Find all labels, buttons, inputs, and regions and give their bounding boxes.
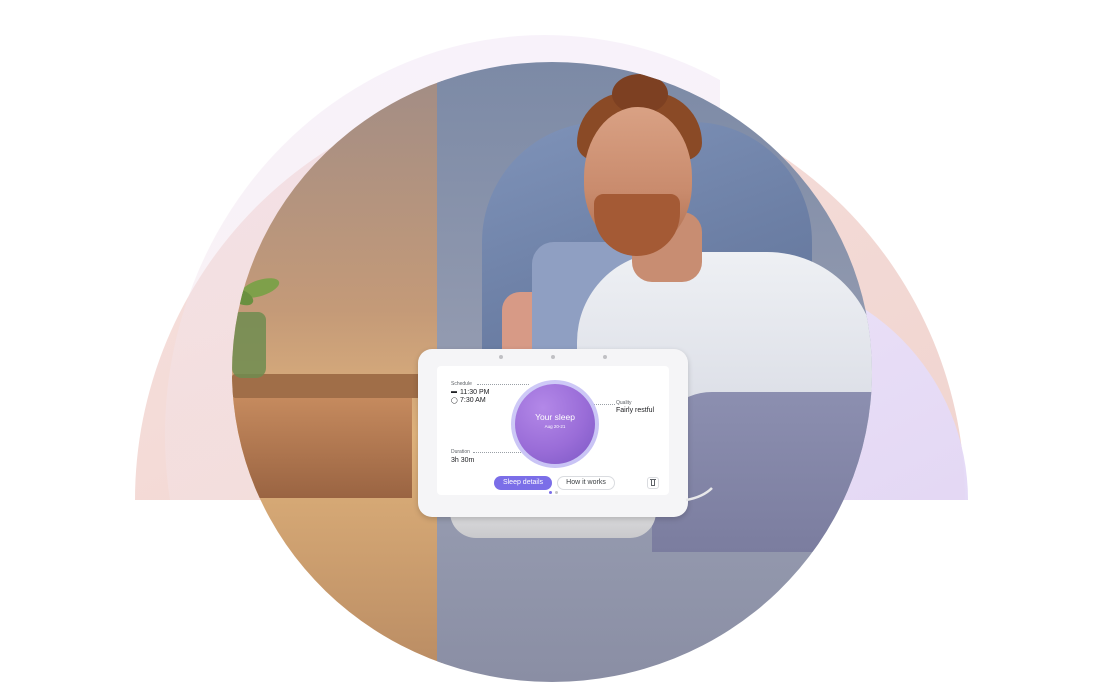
quality-connector (593, 404, 615, 405)
your-sleep-title: Your sleep (535, 412, 575, 422)
bed-icon: ▬ (451, 389, 457, 395)
delete-icon-body (651, 480, 655, 486)
sleep-details-button[interactable]: Sleep details (494, 476, 552, 490)
sleep-date: Aug 20-21 (544, 424, 566, 429)
how-it-works-button[interactable]: How it works (557, 476, 615, 490)
quality-label: Quality (616, 400, 632, 406)
camera-dot (551, 355, 555, 359)
sensor-dot (603, 355, 607, 359)
duration-value: 3h 30m (451, 457, 475, 464)
duration-connector (473, 452, 521, 453)
glass-vase (232, 312, 266, 378)
page-indicator (555, 491, 558, 494)
power-cable (685, 487, 713, 502)
schedule-label: Schedule (451, 381, 472, 387)
smart-display: Schedule ▬ 11:30 PM ◯ 7:30 AM Quality Fa… (418, 349, 688, 517)
page-indicator-active (549, 491, 552, 494)
duration-label: Duration (451, 449, 470, 455)
sensor-dot (499, 355, 503, 359)
sleep-summary-screen: Schedule ▬ 11:30 PM ◯ 7:30 AM Quality Fa… (437, 366, 669, 495)
nightstand-top (232, 374, 422, 398)
delete-icon[interactable] (647, 477, 659, 489)
bedtime-value: 11:30 PM (460, 389, 490, 396)
quality-value: Fairly restful (616, 407, 655, 414)
nightstand (232, 398, 412, 498)
schedule-connector (477, 384, 529, 385)
alarm-clock-icon: ◯ (451, 398, 458, 404)
wake-time-value: 7:30 AM (460, 397, 486, 404)
